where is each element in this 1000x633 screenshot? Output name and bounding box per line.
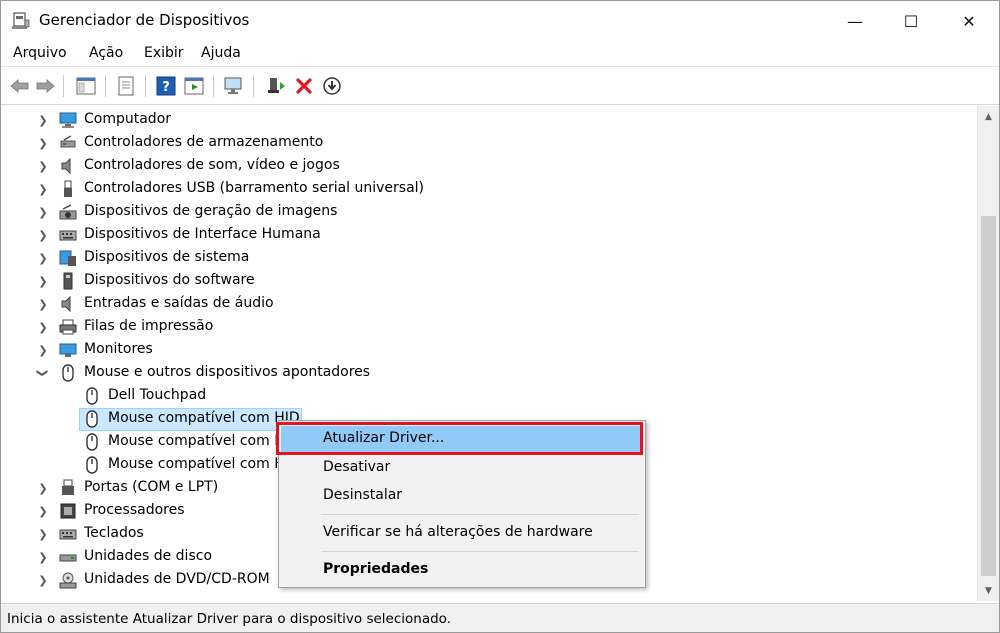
device-manager-app-icon bbox=[12, 12, 30, 29]
menu-separator bbox=[321, 514, 639, 515]
chevron-right-icon[interactable]: ❯ bbox=[36, 573, 50, 587]
menu-ajuda[interactable]: Ajuda bbox=[201, 45, 241, 61]
tree-item-filas-impressao[interactable]: ❯ Filas de impressão bbox=[1, 316, 971, 339]
menu-item-uninstall[interactable]: Desinstalar bbox=[281, 483, 643, 509]
mouse-icon bbox=[86, 387, 98, 405]
software-device-icon bbox=[63, 272, 73, 290]
printer-icon bbox=[59, 319, 77, 335]
speaker-icon bbox=[61, 157, 71, 175]
chevron-right-icon[interactable]: ❯ bbox=[36, 251, 50, 265]
back-arrow-icon[interactable] bbox=[9, 75, 31, 97]
chevron-right-icon[interactable]: ❯ bbox=[36, 274, 50, 288]
monitor-icon bbox=[59, 343, 77, 357]
menu-acao[interactable]: Ação bbox=[89, 45, 123, 61]
mouse-icon bbox=[86, 433, 98, 451]
scan-hardware-icon[interactable] bbox=[223, 75, 245, 97]
mouse-icon bbox=[86, 410, 98, 428]
properties-sheet-icon[interactable] bbox=[115, 75, 137, 97]
uninstall-red-x-icon[interactable] bbox=[293, 75, 315, 97]
chevron-right-icon[interactable]: ❯ bbox=[36, 228, 50, 242]
storage-controller-icon bbox=[60, 135, 76, 148]
usb-icon bbox=[64, 180, 72, 197]
audio-io-icon bbox=[61, 295, 71, 313]
tree-item-interface-humana[interactable]: ❯ Dispositivos de Interface Humana bbox=[1, 224, 971, 247]
chevron-down-icon[interactable]: ❯ bbox=[36, 366, 50, 380]
vertical-scrollbar[interactable]: ▲ ▼ bbox=[977, 106, 999, 601]
status-text: Inicia o assistente Atualizar Driver par… bbox=[7, 611, 451, 627]
menu-separator bbox=[321, 551, 639, 552]
close-button[interactable]: ✕ bbox=[945, 1, 993, 41]
scroll-up-arrow-icon[interactable]: ▲ bbox=[978, 108, 999, 125]
tree-item-dispositivos-sistema[interactable]: ❯ Dispositivos de sistema bbox=[1, 247, 971, 270]
chevron-right-icon[interactable]: ❯ bbox=[36, 159, 50, 173]
highlight-red-box bbox=[276, 422, 643, 455]
chevron-right-icon[interactable]: ❯ bbox=[36, 527, 50, 541]
status-bar: Inicia o assistente Atualizar Driver par… bbox=[1, 603, 999, 632]
chevron-right-icon[interactable]: ❯ bbox=[36, 205, 50, 219]
help-icon[interactable]: ? bbox=[155, 75, 177, 97]
port-icon bbox=[62, 479, 74, 495]
action-pane-icon[interactable] bbox=[183, 75, 205, 97]
menu-item-disable[interactable]: Desativar bbox=[281, 455, 643, 481]
tree-item-dell-touchpad[interactable]: Dell Touchpad bbox=[1, 385, 971, 408]
tree-item-controladores-armazenamento[interactable]: ❯ Controladores de armazenamento bbox=[1, 132, 971, 155]
chevron-right-icon[interactable]: ❯ bbox=[36, 136, 50, 150]
tree-item-computador[interactable]: ❯ Computador bbox=[1, 109, 971, 132]
mouse-icon bbox=[86, 456, 98, 474]
chevron-right-icon[interactable]: ❯ bbox=[36, 113, 50, 127]
window-title: Gerenciador de Dispositivos bbox=[39, 11, 250, 29]
disk-drive-icon bbox=[59, 554, 77, 562]
menu-exibir[interactable]: Exibir bbox=[144, 45, 184, 61]
chevron-right-icon[interactable]: ❯ bbox=[36, 481, 50, 495]
tree-item-dispositivos-software[interactable]: ❯ Dispositivos do software bbox=[1, 270, 971, 293]
chevron-right-icon[interactable]: ❯ bbox=[36, 182, 50, 196]
keyboard-icon bbox=[59, 529, 77, 540]
scroll-down-arrow-icon[interactable]: ▼ bbox=[978, 582, 999, 599]
minimize-button[interactable]: — bbox=[831, 1, 879, 41]
tree-item-entradas-saidas-audio[interactable]: ❯ Entradas e saídas de áudio bbox=[1, 293, 971, 316]
dvd-drive-icon bbox=[59, 572, 77, 589]
tree-item-controladores-usb[interactable]: ❯ Controladores USB (barramento serial u… bbox=[1, 178, 971, 201]
menu-item-properties[interactable]: Propriedades bbox=[281, 557, 643, 583]
tree-item-mouse[interactable]: ❯ Mouse e outros dispositivos apontadore… bbox=[1, 362, 971, 385]
show-hide-console-tree-icon[interactable] bbox=[75, 75, 97, 97]
system-device-icon bbox=[59, 250, 76, 266]
chevron-right-icon[interactable]: ❯ bbox=[36, 504, 50, 518]
chevron-right-icon[interactable]: ❯ bbox=[36, 550, 50, 564]
forward-arrow-icon[interactable] bbox=[34, 75, 56, 97]
menu-arquivo[interactable]: Arquivo bbox=[13, 45, 67, 61]
scrollbar-thumb[interactable] bbox=[981, 216, 996, 576]
menu-item-scan-hardware[interactable]: Verificar se há alterações de hardware bbox=[281, 520, 643, 546]
computer-icon bbox=[59, 112, 77, 128]
disable-device-icon[interactable] bbox=[321, 75, 343, 97]
menu-bar: Arquivo Ação Exibir Ajuda bbox=[1, 41, 999, 67]
chevron-right-icon[interactable]: ❯ bbox=[36, 343, 50, 357]
chevron-right-icon[interactable]: ❯ bbox=[36, 297, 50, 311]
processor-icon bbox=[60, 503, 76, 519]
mouse-icon bbox=[62, 364, 74, 382]
toolbar: ? bbox=[1, 67, 999, 105]
camera-icon bbox=[59, 204, 77, 220]
tree-item-geracao-imagens[interactable]: ❯ Dispositivos de geração de imagens bbox=[1, 201, 971, 224]
chevron-right-icon[interactable]: ❯ bbox=[36, 320, 50, 334]
svg-text:?: ? bbox=[162, 80, 170, 95]
tree-item-monitores[interactable]: ❯ Monitores bbox=[1, 339, 971, 362]
tree-item-controladores-som[interactable]: ❯ Controladores de som, vídeo e jogos bbox=[1, 155, 971, 178]
hid-icon bbox=[59, 230, 77, 241]
title-bar: Gerenciador de Dispositivos — ☐ ✕ bbox=[1, 1, 999, 41]
update-driver-icon[interactable] bbox=[265, 75, 287, 97]
maximize-button[interactable]: ☐ bbox=[887, 1, 935, 41]
